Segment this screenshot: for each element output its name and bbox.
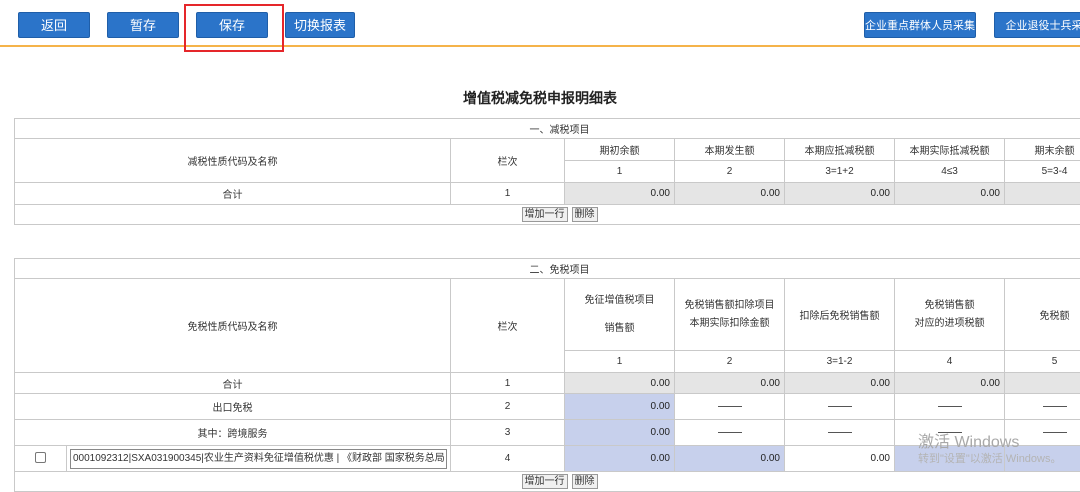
switch-report-button[interactable]: 切换报表 — [285, 12, 355, 38]
exemption-col-header: 栏次 — [451, 279, 565, 373]
reduction-actions: 增加一行删除 — [15, 205, 1080, 225]
exemption-actions: 增加一行删除 — [15, 472, 1080, 492]
exemption-formula-4: 4 — [895, 351, 1005, 373]
exemption-header-1-line-1: 免征增值税项目 — [565, 287, 674, 315]
reduction-header-2: 本期发生额 — [675, 139, 785, 161]
exemption-crossborder-value-1[interactable]: 0.00 — [565, 420, 675, 446]
exemption-total-row-no: 1 — [451, 373, 565, 394]
page-title: 增值税减免税申报明细表 — [0, 88, 1080, 108]
exemption-delete-button[interactable]: 删除 — [572, 474, 598, 489]
reduction-total-label: 合计 — [15, 183, 451, 205]
exemption-header-4: 免税销售额 对应的进项税额 — [895, 279, 1005, 351]
key-group-collection-button[interactable]: 企业重点群体人员采集 — [864, 12, 976, 38]
exemption-header-4-line-1: 免税销售额 — [895, 297, 1004, 315]
exemption-header-2-line-2: 本期实际扣除金额 — [675, 315, 784, 333]
reduction-delete-button[interactable]: 删除 — [572, 207, 598, 222]
exemption-formula-3: 3=1-2 — [785, 351, 895, 373]
exemption-item-value-2[interactable]: 0.00 — [675, 446, 785, 472]
exemption-total-value-3[interactable]: 0.00 — [785, 373, 895, 394]
windows-activation-watermark-title: 激活 Windows — [918, 428, 1019, 452]
exemption-export-dash-4 — [895, 394, 1005, 420]
exemption-export-dash-2 — [675, 394, 785, 420]
reduction-col-header: 栏次 — [451, 139, 565, 183]
exemption-total-value-5[interactable] — [1005, 373, 1080, 394]
exemption-total-value-1[interactable]: 0.00 — [565, 373, 675, 394]
exemption-header-5: 免税额 — [1005, 279, 1080, 351]
reduction-total-row-no: 1 — [451, 183, 565, 205]
reduction-total-value-4[interactable]: 0.00 — [895, 183, 1005, 205]
exemption-total-label: 合计 — [15, 373, 451, 394]
exemption-export-dash-5 — [1005, 394, 1080, 420]
exemption-item-row-no: 4 — [451, 446, 565, 472]
exemption-crossborder-dash-2 — [675, 420, 785, 446]
reduction-name-header: 减税性质代码及名称 — [15, 139, 451, 183]
exemption-crossborder-dash-3 — [785, 420, 895, 446]
reduction-header-4: 本期实际抵减税额 — [895, 139, 1005, 161]
exemption-header-1: 免征增值税项目 销售额 — [565, 279, 675, 351]
exemption-total-value-4[interactable]: 0.00 — [895, 373, 1005, 394]
reduction-section-title: 一、减税项目 — [15, 119, 1080, 139]
windows-activation-watermark-text: 转到"设置"以激活 Windows。 — [918, 450, 1062, 466]
row-checkbox[interactable] — [35, 452, 46, 463]
toolbar: 返回 暂存 保存 切换报表 企业重点群体人员采集 企业退役士兵采 — [0, 0, 1080, 47]
exemption-formula-5: 5 — [1005, 351, 1080, 373]
highlight-box — [184, 4, 284, 52]
exemption-name-header: 免税性质代码及名称 — [15, 279, 451, 373]
reduction-formula-3: 3=1+2 — [785, 161, 895, 183]
exemption-crossborder-label: 其中：跨境服务 — [15, 420, 451, 446]
reduction-table: 一、减税项目 减税性质代码及名称 栏次 期初余额 本期发生额 本期应抵减税额 本… — [14, 118, 1080, 225]
reduction-total-value-5[interactable] — [1005, 183, 1080, 205]
reduction-total-value-3[interactable]: 0.00 — [785, 183, 895, 205]
exemption-item-checkbox-cell — [15, 446, 67, 472]
veteran-collection-button[interactable]: 企业退役士兵采 — [994, 12, 1080, 38]
exemption-export-row-no: 2 — [451, 394, 565, 420]
exemption-header-1-line-2: 销售额 — [565, 315, 674, 343]
exemption-item-value-3[interactable]: 0.00 — [785, 446, 895, 472]
exemption-formula-2: 2 — [675, 351, 785, 373]
exemption-export-value-1[interactable]: 0.00 — [565, 394, 675, 420]
exemption-section-title: 二、免税项目 — [15, 259, 1080, 279]
reduction-formula-4: 4≤3 — [895, 161, 1005, 183]
exemption-item-value-1[interactable]: 0.00 — [565, 446, 675, 472]
exemption-header-4-line-2: 对应的进项税额 — [895, 315, 1004, 333]
exemption-header-2-line-1: 免税销售额扣除项目 — [675, 297, 784, 315]
reduction-formula-1: 1 — [565, 161, 675, 183]
exemption-add-row-button[interactable]: 增加一行 — [522, 474, 568, 489]
reduction-header-3: 本期应抵减税额 — [785, 139, 895, 161]
back-button[interactable]: 返回 — [18, 12, 90, 38]
reduction-add-row-button[interactable]: 增加一行 — [522, 207, 568, 222]
reduction-formula-5: 5=3-4 — [1005, 161, 1080, 183]
exemption-export-label: 出口免税 — [15, 394, 451, 420]
exemption-header-3: 扣除后免税销售额 — [785, 279, 895, 351]
draft-button[interactable]: 暂存 — [107, 12, 179, 38]
exemption-item-select-cell: 0001092312|SXA031900345|农业生产资料免征增值税优惠 | … — [67, 446, 451, 472]
exemption-formula-1: 1 — [565, 351, 675, 373]
exemption-total-value-2[interactable]: 0.00 — [675, 373, 785, 394]
exemption-header-2: 免税销售额扣除项目 本期实际扣除金额 — [675, 279, 785, 351]
reduction-formula-2: 2 — [675, 161, 785, 183]
reduction-total-value-1[interactable]: 0.00 — [565, 183, 675, 205]
reduction-total-value-2[interactable]: 0.00 — [675, 183, 785, 205]
exemption-crossborder-row-no: 3 — [451, 420, 565, 446]
reduction-header-5: 期末余额 — [1005, 139, 1080, 161]
exemption-export-dash-3 — [785, 394, 895, 420]
reduction-header-1: 期初余额 — [565, 139, 675, 161]
exemption-code-select[interactable]: 0001092312|SXA031900345|农业生产资料免征增值税优惠 | … — [70, 449, 447, 469]
